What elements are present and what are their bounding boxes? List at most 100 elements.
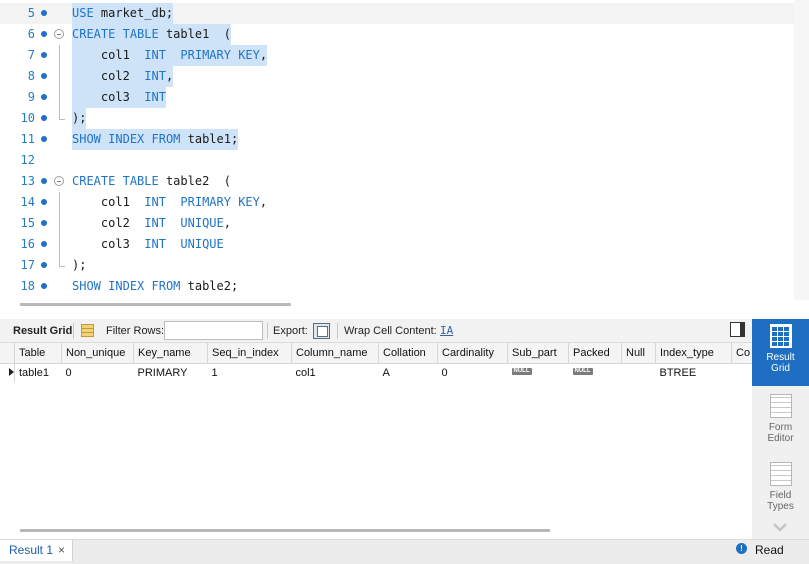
column-header[interactable]: Seq_in_index bbox=[207, 343, 292, 364]
filter-rows-input[interactable] bbox=[164, 321, 263, 340]
grid-cell[interactable] bbox=[622, 363, 656, 382]
column-header[interactable]: Table bbox=[14, 343, 62, 364]
grid-cell[interactable]: A bbox=[379, 363, 438, 382]
sql-keyword: SHOW bbox=[72, 132, 101, 146]
grid-cell[interactable]: 0 bbox=[62, 363, 134, 382]
field-types-icon bbox=[769, 462, 792, 486]
editor-line[interactable]: 9 col3 INT bbox=[0, 87, 794, 108]
sql-keyword: INT bbox=[144, 48, 166, 62]
sql-text: , bbox=[259, 48, 268, 62]
statement-marker-icon bbox=[41, 52, 47, 58]
code-text: col2 INT UNIQUE, bbox=[72, 213, 231, 234]
code-text: SHOW INDEX FROM table2; bbox=[72, 276, 238, 297]
grid-body: table1 0 PRIMARY 1 col1 A 0 NULL NULL BTREE bbox=[0, 363, 752, 382]
grid-cell[interactable]: 0 bbox=[438, 363, 508, 382]
editor-line[interactable]: 14 col1 INT PRIMARY KEY, bbox=[0, 192, 794, 213]
grid-cell[interactable]: NULL bbox=[508, 363, 569, 382]
sql-text: , bbox=[165, 69, 174, 83]
filter-rows-label: Filter Rows: bbox=[106, 325, 165, 337]
sql-text: col1 bbox=[72, 48, 145, 62]
sql-keyword: INDEX bbox=[108, 132, 145, 146]
fold-toggle-icon[interactable] bbox=[54, 176, 64, 186]
statement-marker-icon bbox=[41, 73, 47, 79]
grid-cell[interactable]: PRIMARY bbox=[134, 363, 208, 382]
workbench-window: 5 USE market_db; 6 CREATE TABLE table1 (7 c… bbox=[0, 0, 809, 564]
column-header[interactable]: Packed bbox=[568, 343, 622, 364]
sql-keyword: SHOW bbox=[72, 279, 101, 293]
wrap-cell-icon[interactable]: IA bbox=[440, 324, 453, 338]
toolbar-separator bbox=[73, 323, 74, 339]
toolbar-separator bbox=[337, 323, 338, 339]
fold-toggle-icon[interactable] bbox=[54, 29, 64, 39]
editor-horizontal-scrollbar[interactable] bbox=[20, 303, 291, 306]
sql-text: ); bbox=[72, 111, 87, 125]
null-badge: NULL bbox=[572, 367, 593, 375]
sql-text: , bbox=[259, 195, 268, 209]
grid-horizontal-scrollbar[interactable] bbox=[20, 529, 550, 532]
sql-keyword: CREATE bbox=[72, 27, 116, 41]
chevron-down-icon[interactable] bbox=[772, 519, 788, 535]
grid-icon[interactable] bbox=[81, 324, 94, 337]
side-result-grid-label: Result Grid bbox=[766, 352, 795, 374]
result-grid[interactable]: Table Non_unique Key_name Seq_in_index Colum… bbox=[0, 343, 752, 527]
sql-keyword: CREATE bbox=[72, 174, 116, 188]
column-header[interactable]: Sub_part bbox=[507, 343, 569, 364]
grid-cell[interactable]: col1 bbox=[292, 363, 379, 382]
grid-cell[interactable]: table1 bbox=[15, 363, 62, 382]
column-header[interactable]: Collation bbox=[378, 343, 438, 364]
editor-right-margin bbox=[794, 0, 809, 300]
editor-line[interactable]: 18 SHOW INDEX FROM table2; bbox=[0, 276, 794, 297]
toggle-panel-icon[interactable] bbox=[730, 322, 745, 337]
fold-end-2 bbox=[59, 266, 65, 267]
editor-line[interactable]: 10); bbox=[0, 108, 794, 129]
column-header[interactable]: Column_name bbox=[291, 343, 379, 364]
code-text: CREATE TABLE table1 ( bbox=[72, 24, 231, 45]
result-toolbar: Result Grid Filter Rows: Export: Wrap Ce… bbox=[0, 319, 752, 343]
column-header[interactable]: Cardinality bbox=[437, 343, 508, 364]
editor-line[interactable]: 6 CREATE TABLE table1 ( bbox=[0, 24, 794, 45]
column-header[interactable]: Index_type bbox=[655, 343, 732, 364]
line-number: 16 bbox=[20, 237, 35, 251]
grid-cell[interactable]: 1 bbox=[208, 363, 292, 382]
grid-cell[interactable]: BTREE bbox=[656, 363, 732, 382]
grid-cell[interactable]: NULL bbox=[569, 363, 622, 382]
statement-marker-icon bbox=[41, 199, 47, 205]
editor-line[interactable]: 12 bbox=[0, 150, 794, 171]
code-text: USE market_db; bbox=[72, 3, 174, 24]
table-row[interactable]: table1 0 PRIMARY 1 col1 A 0 NULL NULL BTREE bbox=[0, 363, 752, 382]
close-icon[interactable]: × bbox=[58, 540, 65, 560]
read-only-label: Read Only bbox=[755, 543, 784, 564]
sql-editor[interactable]: 5 USE market_db; 6 CREATE TABLE table1 (7 c… bbox=[0, 0, 809, 300]
sql-text: market_db; bbox=[93, 6, 174, 20]
editor-line[interactable]: 16 col3 INT UNIQUE bbox=[0, 234, 794, 255]
sql-keyword: INT bbox=[144, 69, 166, 83]
line-number: 15 bbox=[20, 216, 35, 230]
editor-line[interactable]: 17); bbox=[0, 255, 794, 276]
column-header[interactable]: Non_unique bbox=[61, 343, 134, 364]
statement-marker-icon bbox=[41, 115, 47, 121]
sql-text: col2 bbox=[72, 216, 145, 230]
editor-line[interactable]: 15 col2 INT UNIQUE, bbox=[0, 213, 794, 234]
tab-result-1[interactable]: Result 1 × bbox=[0, 540, 73, 561]
editor-line[interactable]: 8 col2 INT, bbox=[0, 66, 794, 87]
statement-marker-icon bbox=[41, 31, 47, 37]
side-field-types-button[interactable]: Field Types bbox=[752, 457, 809, 517]
editor-line[interactable]: 11 SHOW INDEX FROM table1; bbox=[0, 129, 794, 150]
side-result-grid-button[interactable]: Result Grid bbox=[752, 319, 809, 386]
column-header[interactable]: Co bbox=[731, 343, 752, 364]
editor-line[interactable]: 5 USE market_db; bbox=[0, 3, 794, 24]
column-header[interactable]: Null bbox=[621, 343, 656, 364]
export-icon[interactable] bbox=[313, 323, 330, 339]
column-header[interactable]: Key_name bbox=[133, 343, 208, 364]
line-number: 7 bbox=[27, 48, 35, 62]
editor-line[interactable]: 7 col1 INT PRIMARY KEY, bbox=[0, 45, 794, 66]
side-form-editor-button[interactable]: Form Editor bbox=[752, 389, 809, 455]
grid-cell[interactable] bbox=[732, 363, 753, 382]
code-text: ); bbox=[72, 108, 87, 129]
editor-line[interactable]: 13 CREATE TABLE table2 ( bbox=[0, 171, 794, 192]
